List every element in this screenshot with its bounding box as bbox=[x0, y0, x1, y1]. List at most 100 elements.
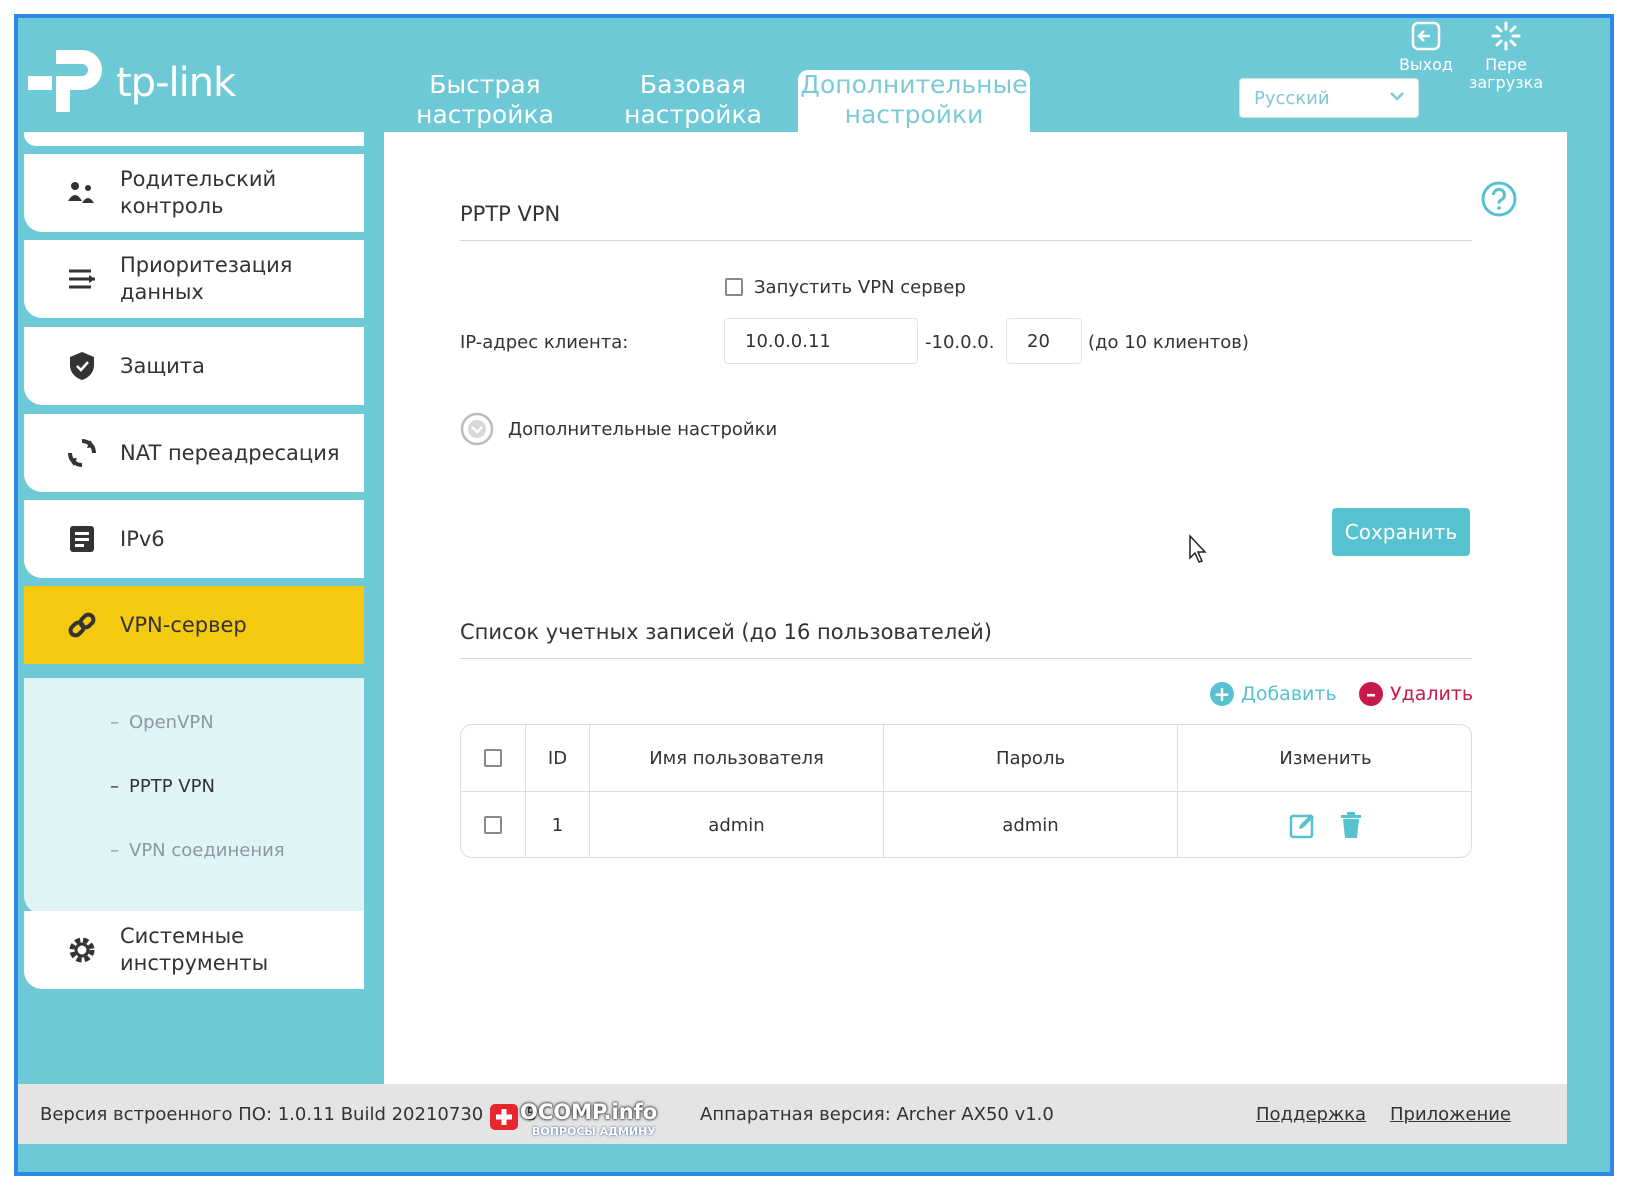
logout-icon bbox=[1411, 21, 1441, 51]
reboot-label-line1: Пере bbox=[1485, 55, 1527, 74]
row-select-cell bbox=[461, 792, 526, 857]
sidebar-item-label: Защита bbox=[120, 353, 205, 378]
accounts-table: ID Имя пользователя Пароль Изменить 1 ad… bbox=[460, 724, 1472, 858]
row-checkbox[interactable] bbox=[484, 816, 502, 834]
divider bbox=[460, 240, 1472, 241]
sidebar-item-parental-control[interactable]: Родительский контроль bbox=[24, 154, 364, 232]
router-admin-window: tp-link Быстрая настройка Базовая настро… bbox=[14, 14, 1614, 1176]
chevron-circle-down-icon bbox=[460, 412, 494, 446]
edit-icon[interactable] bbox=[1289, 811, 1317, 839]
sidebar-item-vpn-server[interactable]: VPN-сервер bbox=[24, 586, 364, 664]
language-select[interactable]: Русский bbox=[1239, 78, 1419, 118]
section-title: PPTP VPN bbox=[460, 202, 561, 226]
sidebar-item-label: Родительский контроль bbox=[120, 167, 277, 218]
footer: Версия встроенного ПО: 1.0.11 Build 2021… bbox=[18, 1084, 1567, 1144]
tab-label-line1: Базовая bbox=[639, 70, 747, 99]
nat-icon bbox=[66, 437, 98, 469]
tab-basic[interactable]: Базовая настройка bbox=[618, 70, 768, 132]
sidebar-item-label: IPv6 bbox=[120, 526, 165, 551]
divider bbox=[460, 658, 1472, 659]
app-link[interactable]: Приложение bbox=[1390, 1104, 1511, 1125]
ipv6-icon bbox=[66, 523, 98, 555]
tab-label-line2: настройки bbox=[844, 100, 984, 129]
minus-icon: – bbox=[1359, 682, 1383, 706]
submenu-dash: – bbox=[110, 712, 119, 733]
main-panel: PPTP VPN Запустить VPN сервер IP-адрес к… bbox=[384, 132, 1567, 1086]
submenu-openvpn[interactable]: – OpenVPN bbox=[110, 712, 214, 733]
watermark-title: OCOMP.info bbox=[520, 1100, 658, 1124]
header-username: Имя пользователя bbox=[590, 725, 884, 791]
reboot-label-line2: загрузка bbox=[1468, 73, 1544, 92]
hardware-version: Аппаратная версия: Archer AX50 v1.0 bbox=[700, 1104, 1054, 1125]
tab-label-line2: настройка bbox=[416, 100, 554, 129]
trash-icon[interactable] bbox=[1339, 811, 1363, 839]
firmware-version: Версия встроенного ПО: 1.0.11 Build 2021… bbox=[40, 1104, 484, 1125]
reboot-button[interactable]: Пере загрузка bbox=[1468, 20, 1544, 92]
vpn-submenu: – OpenVPN – PPTP VPN – VPN соединения bbox=[24, 678, 364, 914]
submenu-vpn-connections[interactable]: – VPN соединения bbox=[110, 840, 285, 861]
sidebar-item-security[interactable]: Защита bbox=[24, 327, 364, 405]
cell-actions bbox=[1178, 792, 1471, 857]
logout-label: Выход bbox=[1399, 55, 1453, 74]
sidebar-item-label: VPN-сервер bbox=[120, 612, 247, 637]
ip-separator: -10.0.0. bbox=[925, 332, 995, 353]
logo-mark-icon bbox=[28, 50, 102, 112]
gear-icon bbox=[66, 934, 98, 966]
add-label: Добавить bbox=[1241, 683, 1337, 705]
watermark-subtitle: ВОПРОСЫ АДМИНУ bbox=[532, 1125, 656, 1138]
header-id: ID bbox=[526, 725, 590, 791]
ocomp-watermark: OCOMP.info ВОПРОСЫ АДМИНУ bbox=[488, 1100, 688, 1144]
tab-advanced[interactable]: Дополнительные настройки bbox=[798, 70, 1030, 132]
add-button[interactable]: + Добавить bbox=[1210, 682, 1337, 706]
support-link[interactable]: Поддержка bbox=[1256, 1104, 1366, 1125]
cell-username: admin bbox=[590, 792, 884, 857]
advanced-label: Дополнительные настройки bbox=[508, 418, 778, 440]
advanced-toggle[interactable]: Дополнительные настройки bbox=[460, 412, 777, 446]
accounts-title: Список учетных записей (до 16 пользовате… bbox=[460, 620, 993, 644]
client-ip-label: IP-адрес клиента: bbox=[460, 332, 629, 353]
ip-note: (до 10 клиентов) bbox=[1088, 332, 1249, 353]
sidebar-item-label: Системные инструменты bbox=[120, 924, 269, 975]
ip-end-field[interactable]: 20 bbox=[1006, 318, 1082, 364]
submenu-label: PPTP VPN bbox=[129, 776, 215, 797]
sidebar-item-partial bbox=[24, 132, 364, 146]
first-aid-icon bbox=[490, 1104, 518, 1130]
help-icon[interactable] bbox=[1480, 180, 1518, 218]
cell-password: admin bbox=[884, 792, 1178, 857]
header-edit: Изменить bbox=[1279, 747, 1372, 769]
tp-link-logo: tp-link bbox=[26, 40, 256, 120]
sidebar-item-system-tools[interactable]: Системные инструменты bbox=[24, 911, 364, 989]
plus-icon: + bbox=[1210, 682, 1234, 706]
tab-label-line1: Дополнительные bbox=[800, 70, 1028, 99]
tab-quick-setup[interactable]: Быстрая настройка bbox=[410, 70, 560, 132]
select-all-checkbox[interactable] bbox=[484, 749, 502, 767]
submenu-pptp-vpn[interactable]: – PPTP VPN bbox=[110, 776, 215, 797]
logo-text: tp-link bbox=[116, 60, 236, 106]
select-all-cell bbox=[461, 725, 526, 791]
tab-label-line1: Быстрая bbox=[429, 70, 541, 99]
sidebar-item-nat[interactable]: NAT переадресация bbox=[24, 414, 364, 492]
ip-start-field[interactable]: 10.0.0.11 bbox=[724, 318, 918, 364]
mouse-cursor-icon bbox=[1189, 534, 1207, 563]
submenu-dash: – bbox=[110, 840, 119, 861]
language-value: Русский bbox=[1254, 88, 1330, 109]
delete-label: Удалить bbox=[1390, 683, 1474, 705]
sidebar-item-qos[interactable]: Приоритезация данных bbox=[24, 240, 364, 318]
delete-button[interactable]: – Удалить bbox=[1359, 682, 1473, 706]
reboot-icon bbox=[1491, 21, 1521, 51]
submenu-dash: – bbox=[110, 776, 119, 797]
header-password: Пароль bbox=[884, 725, 1178, 791]
tab-label-line2: настройка bbox=[624, 100, 762, 129]
link-icon bbox=[66, 609, 98, 641]
logout-button[interactable]: Выход bbox=[1396, 20, 1456, 74]
enable-vpn-label: Запустить VPN сервер bbox=[754, 277, 966, 298]
sidebar-item-ipv6[interactable]: IPv6 bbox=[24, 500, 364, 578]
sidebar-item-label: Приоритезация данных bbox=[120, 253, 293, 304]
sidebar-item-label: NAT переадресация bbox=[120, 440, 340, 465]
parents-icon bbox=[66, 177, 98, 209]
submenu-label: VPN соединения bbox=[129, 840, 285, 861]
submenu-label: OpenVPN bbox=[129, 712, 214, 733]
shield-icon bbox=[66, 350, 98, 382]
enable-vpn-checkbox[interactable] bbox=[725, 278, 743, 296]
save-button[interactable]: Сохранить bbox=[1332, 508, 1470, 556]
